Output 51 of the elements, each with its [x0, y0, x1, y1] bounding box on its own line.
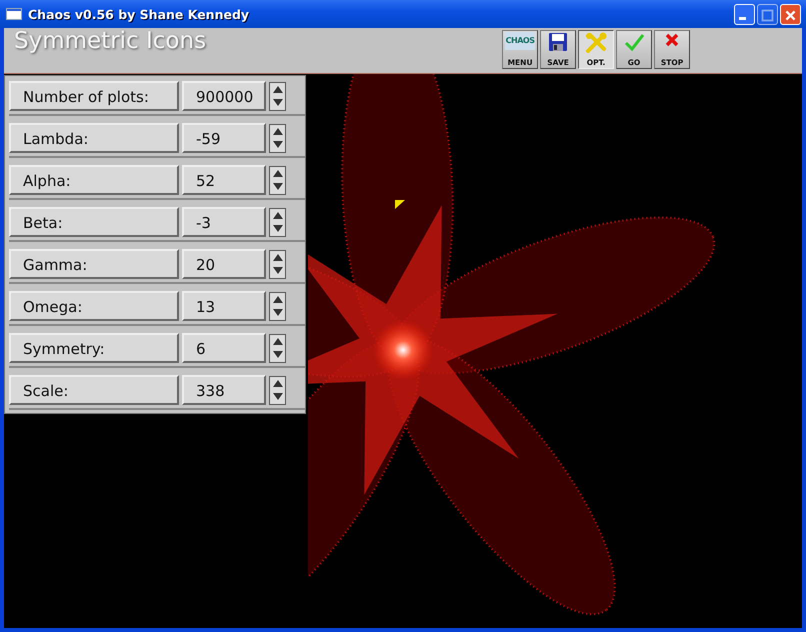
- minimize-button[interactable]: [734, 4, 755, 24]
- down-arrow-icon: [272, 351, 282, 358]
- logo-icon: CHAOS: [504, 32, 536, 50]
- check-icon: [624, 32, 644, 52]
- minimize-icon: [739, 16, 746, 20]
- up-arrow-icon: [272, 380, 282, 387]
- up-arrow-icon: [272, 86, 282, 93]
- parameter-label: Beta:: [9, 207, 179, 237]
- parameter-value-field[interactable]: 20: [182, 249, 266, 279]
- window-title: Chaos v0.56 by Shane Kennedy: [28, 6, 250, 22]
- up-arrow-icon: [272, 296, 282, 303]
- parameter-label: Lambda:: [9, 123, 179, 153]
- down-arrow-icon: [272, 309, 282, 316]
- spinner-control[interactable]: [269, 208, 286, 236]
- down-arrow-icon: [272, 183, 282, 190]
- parameter-value-field[interactable]: 338: [182, 375, 266, 405]
- down-arrow-icon: [272, 267, 282, 274]
- up-arrow-icon: [272, 212, 282, 219]
- parameter-value-field[interactable]: 6: [182, 333, 266, 363]
- up-arrow-icon: [272, 338, 282, 345]
- up-arrow-icon: [272, 128, 282, 135]
- up-arrow-icon: [272, 254, 282, 261]
- parameter-label: Symmetry:: [9, 333, 179, 363]
- down-arrow-icon: [272, 225, 282, 232]
- parameter-value-field[interactable]: 52: [182, 165, 266, 195]
- spinner-control[interactable]: [269, 250, 286, 278]
- spinner-control[interactable]: [269, 292, 286, 320]
- close-button[interactable]: [780, 4, 801, 24]
- down-arrow-icon: [272, 99, 282, 106]
- mode-title: Symmetric Icons: [14, 28, 206, 54]
- parameter-value-field[interactable]: 13: [182, 291, 266, 321]
- spinner-control[interactable]: [269, 334, 286, 362]
- spinner-control[interactable]: [269, 124, 286, 152]
- down-arrow-icon: [272, 393, 282, 400]
- parameter-value-field[interactable]: -59: [182, 123, 266, 153]
- spinner-control[interactable]: [269, 166, 286, 194]
- parameter-value-field[interactable]: -3: [182, 207, 266, 237]
- parameter-label: Alpha:: [9, 165, 179, 195]
- parameter-label: Gamma:: [9, 249, 179, 279]
- maximize-button[interactable]: [757, 4, 778, 24]
- down-arrow-icon: [272, 141, 282, 148]
- parameter-label: Scale:: [9, 375, 179, 405]
- spinner-control[interactable]: [269, 82, 286, 110]
- up-arrow-icon: [272, 170, 282, 177]
- parameter-value-field[interactable]: 900000: [182, 81, 266, 111]
- cross-icon: [664, 32, 680, 48]
- spinner-control[interactable]: [269, 376, 286, 404]
- window-icon: [6, 8, 22, 20]
- pointer-icon: [395, 200, 405, 209]
- parameter-label: Number of plots:: [9, 81, 179, 111]
- parameter-label: Omega:: [9, 291, 179, 321]
